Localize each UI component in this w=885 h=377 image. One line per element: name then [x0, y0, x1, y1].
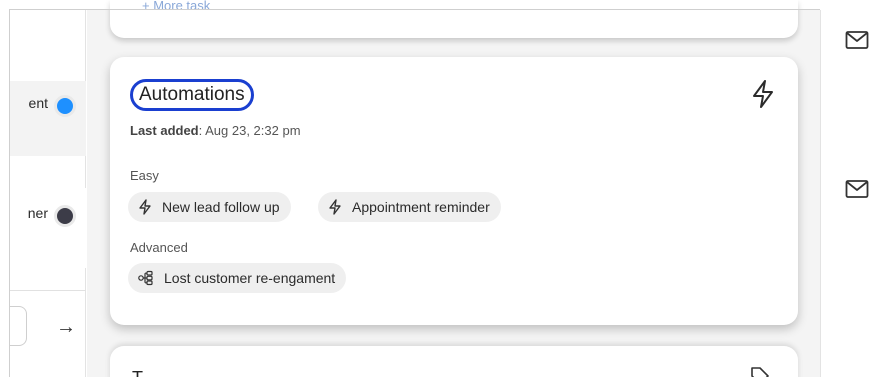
- mail-icon[interactable]: [845, 179, 869, 199]
- workflow-icon: [138, 270, 153, 286]
- chip-lost-customer-re-engagement[interactable]: Lost customer re-engament: [128, 263, 347, 293]
- status-dot-dark: [54, 205, 76, 227]
- tag-icon[interactable]: [750, 366, 770, 377]
- chip-label: New lead follow up: [162, 199, 280, 215]
- next-card: T: [110, 346, 798, 377]
- sidebar-item-2[interactable]: ner: [10, 188, 86, 268]
- window-border-top: [10, 9, 820, 10]
- bolt-icon: [139, 199, 151, 215]
- previous-card: + More task: [110, 0, 798, 38]
- last-added-label: Last added: [130, 123, 199, 138]
- mail-icon[interactable]: [845, 30, 869, 50]
- next-card-title: T: [132, 368, 143, 377]
- last-added-text: Last added: Aug 23, 2:32 pm: [130, 123, 301, 138]
- pager-input[interactable]: [10, 306, 27, 346]
- card-title: Automations: [130, 79, 254, 111]
- bolt-icon: [329, 199, 341, 215]
- chip-new-lead-follow-up[interactable]: New lead follow up: [128, 192, 291, 222]
- chip-label: Appointment reminder: [352, 199, 490, 215]
- left-sidebar: ent ner →: [10, 10, 86, 377]
- sidebar-item-1[interactable]: ent: [10, 81, 86, 156]
- sidebar-item-label: ner: [27, 205, 48, 221]
- status-dot-blue: [54, 95, 76, 117]
- chip-appointment-reminder[interactable]: Appointment reminder: [318, 192, 501, 222]
- chip-label: Lost customer re-engament: [164, 270, 336, 286]
- next-arrow-icon[interactable]: →: [56, 316, 76, 339]
- window-border-left: [9, 9, 10, 377]
- sidebar-item-label: ent: [28, 95, 48, 111]
- section-label-advanced: Advanced: [130, 240, 188, 255]
- last-added-value: : Aug 23, 2:32 pm: [198, 123, 301, 138]
- sidebar-divider: [10, 290, 86, 291]
- bolt-icon[interactable]: [750, 79, 776, 109]
- more-task-link[interactable]: + More task: [142, 0, 210, 13]
- right-rail: [820, 10, 885, 377]
- automations-card: Automations Last added: Aug 23, 2:32 pm …: [110, 57, 798, 325]
- section-label-easy: Easy: [130, 168, 159, 183]
